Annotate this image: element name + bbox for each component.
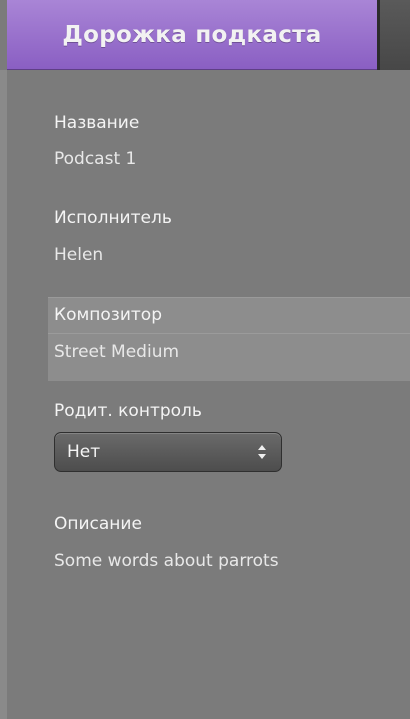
composer-label: Композитор [54, 305, 162, 325]
tab-next[interactable] [380, 0, 410, 70]
podcast-info-panel: Дорожка подкаста Название Podcast 1 Испо… [0, 0, 410, 719]
up-down-chevron-icon [258, 445, 266, 459]
tab-podcast-track-label: Дорожка подкаста [62, 21, 322, 48]
composer-value[interactable]: Street Medium [54, 342, 179, 362]
parental-control-selected: Нет [67, 442, 101, 462]
parental-control-select[interactable]: Нет [54, 432, 282, 472]
description-label: Описание [54, 514, 142, 534]
artist-label: Исполнитель [54, 208, 172, 228]
description-value[interactable]: Some words about parrots [54, 551, 279, 571]
tab-podcast-track[interactable]: Дорожка подкаста [7, 0, 377, 70]
name-value[interactable]: Podcast 1 [54, 149, 136, 169]
parental-label: Родит. контроль [54, 401, 202, 421]
name-label: Название [54, 113, 140, 133]
composer-field-divider [48, 333, 410, 334]
artist-value[interactable]: Helen [54, 245, 103, 265]
panel-left-edge [0, 70, 7, 719]
